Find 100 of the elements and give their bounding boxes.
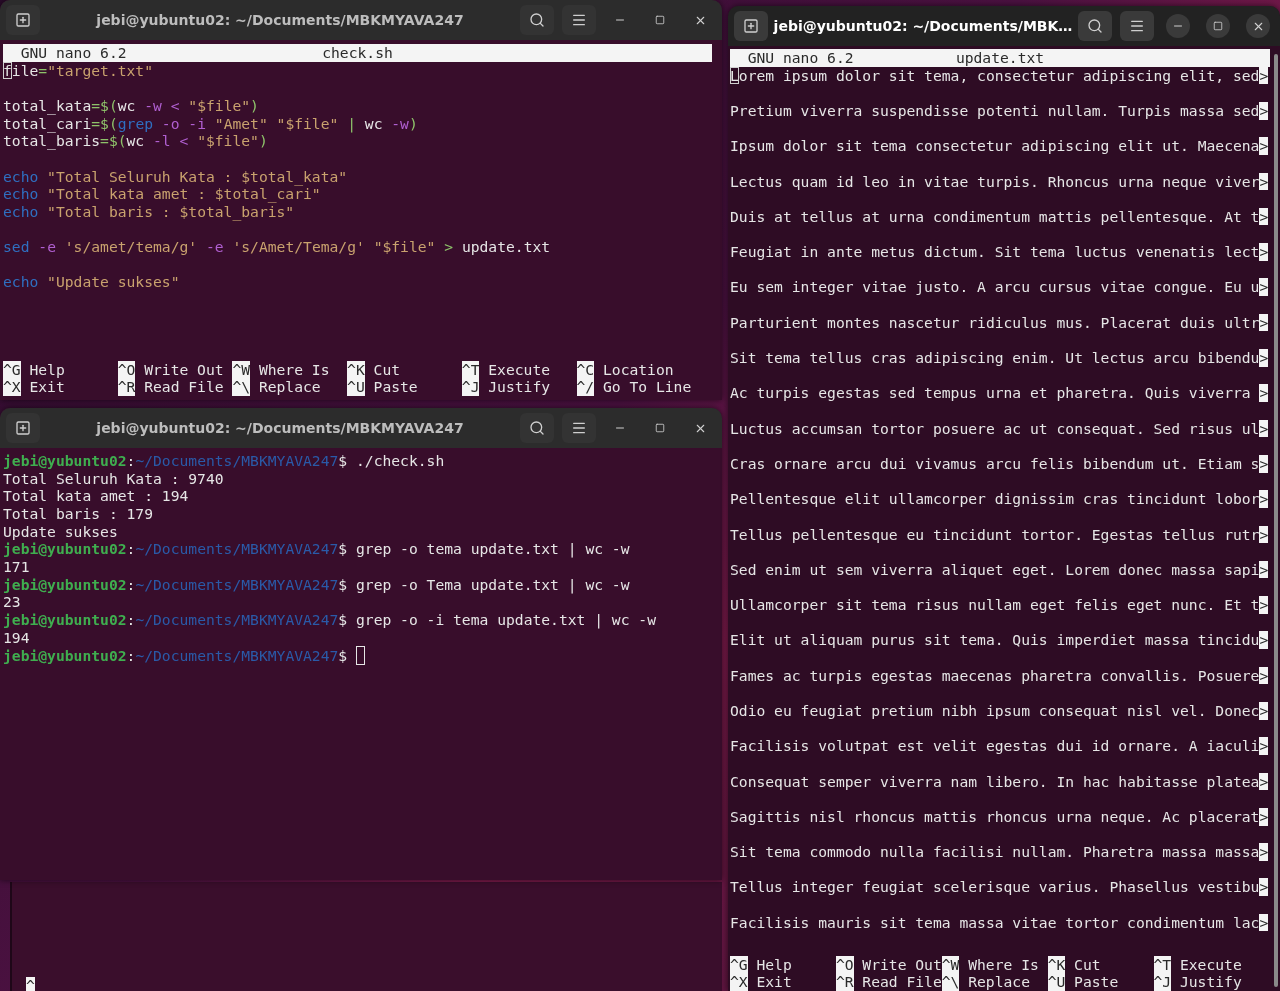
menu-icon bbox=[1129, 18, 1145, 34]
overflow-marker: > bbox=[1259, 278, 1269, 297]
shortcut-label: Read File bbox=[144, 378, 224, 396]
shortcut-key: ^X bbox=[3, 378, 21, 396]
shortcut-label: Cut bbox=[373, 360, 401, 379]
overflow-marker: > bbox=[1259, 913, 1269, 932]
shortcut-label: Execute bbox=[488, 360, 551, 379]
maximize-icon bbox=[655, 15, 665, 25]
overflow-marker: > bbox=[1259, 490, 1269, 508]
text-line: Sit tema tellus cras adipiscing enim. Ut lectus arcu bibendu bbox=[730, 349, 1260, 367]
shortcut-key: ^U bbox=[347, 378, 365, 396]
overflow-marker: > bbox=[1259, 843, 1269, 861]
maximize-icon bbox=[1213, 21, 1223, 31]
shortcut-label: Help bbox=[756, 955, 792, 974]
new-tab-button[interactable] bbox=[734, 11, 768, 41]
overflow-marker: > bbox=[1259, 243, 1269, 261]
code-line: echo "Total baris : $total_baris" bbox=[3, 202, 295, 221]
shortcut-label: Replace bbox=[968, 973, 1030, 991]
new-tab-button[interactable] bbox=[6, 5, 40, 35]
code-line: sed -e 's/amet/tema/g' -e 's/Amet/Tema/g' "$file" > update.txt bbox=[3, 238, 551, 256]
menu-icon bbox=[571, 420, 587, 436]
prompt-line: jebi@yubuntu02:~/Documents/MBKMYAVA247$ ./check.sh bbox=[3, 452, 446, 470]
overflow-marker: > bbox=[1259, 66, 1269, 85]
overflow-marker: > bbox=[1259, 454, 1269, 473]
minimize-button[interactable] bbox=[1166, 14, 1190, 38]
text-line: Consequat semper viverra nam libero. In hac habitasse platea bbox=[730, 772, 1260, 791]
plus-box-icon bbox=[15, 420, 31, 436]
shortcut-key: ^T bbox=[1153, 955, 1172, 974]
text-line: Feugiat in ante metus dictum. Sit tema luctus venenatis lect bbox=[730, 243, 1260, 261]
overflow-marker: > bbox=[1259, 207, 1269, 226]
text-line: Ullamcorper sit tema risus nullam eget felis eget nunc. Et t bbox=[730, 596, 1260, 614]
maximize-icon bbox=[655, 423, 665, 433]
shortcut-label: Go To Line bbox=[603, 378, 692, 396]
shortcut-key: ^G bbox=[3, 360, 21, 379]
overflow-marker: > bbox=[1259, 313, 1269, 332]
prompt-line: jebi@yubuntu02:~/Documents/MBKMYAVA247$ bbox=[3, 646, 719, 666]
text-line: Ac turpis egestas sed tempus urna et pharetra. Quis viverra bbox=[730, 384, 1252, 402]
shortcut-key: ^U bbox=[1047, 973, 1066, 991]
shortcut-label: Read File bbox=[862, 973, 942, 991]
menu-button[interactable] bbox=[562, 5, 596, 35]
output-line: 171 bbox=[3, 557, 30, 576]
shortcut-label: Help bbox=[29, 360, 65, 379]
code-line: total_baris=$(wc -l < "$file") bbox=[3, 132, 268, 150]
menu-icon bbox=[571, 12, 587, 28]
shortcut-key: ^O bbox=[117, 360, 136, 379]
close-button[interactable] bbox=[1246, 14, 1270, 38]
menu-button[interactable] bbox=[1120, 11, 1154, 41]
maximize-button[interactable] bbox=[1206, 14, 1230, 38]
code-line: total_kata=$(wc -w < "$file") bbox=[3, 96, 259, 115]
shortcut-label: Write Out bbox=[144, 360, 224, 379]
text-line: Tellus integer feugiat scelerisque varius. Phasellus vestibu bbox=[730, 878, 1260, 897]
text-line: Eu sem integer vitae justo. A arcu cursus vitae congue. Eu u bbox=[730, 278, 1260, 297]
shortcut-key: ^W bbox=[232, 360, 251, 379]
file-name: update.txt bbox=[955, 49, 1045, 67]
code-line: echo "Total kata amet : $total_cari" bbox=[3, 185, 321, 203]
text-line: Elit ut aliquam purus sit tema. Quis imperdiet massa tincidu bbox=[730, 631, 1260, 650]
shortcut-label: Paste bbox=[373, 378, 418, 396]
shortcut-label: Exit bbox=[29, 378, 65, 396]
search-button[interactable] bbox=[1078, 11, 1112, 41]
text-line: Sagittis nisl rhoncus mattis rhoncus urna neque. Ac placerat bbox=[730, 807, 1260, 826]
output-line: 194 bbox=[3, 628, 30, 647]
shortcut-label: Cut bbox=[1074, 955, 1101, 974]
search-button[interactable] bbox=[520, 413, 554, 443]
new-tab-button[interactable] bbox=[6, 413, 40, 443]
text-line: Fames ac turpis egestas maecenas pharetra convallis. Posuere bbox=[730, 666, 1260, 685]
shortcut-key: ^O bbox=[835, 955, 854, 974]
shortcut-label: Replace bbox=[258, 378, 321, 396]
overflow-marker: > bbox=[1259, 137, 1269, 155]
prompt-line: jebi@yubuntu02:~/Documents/MBKMYAVA247$ grep -o -i tema update.txt | wc -w bbox=[3, 610, 657, 629]
text-line: Ipsum dolor sit tema consectetur adipiscing elit ut. Maecena bbox=[730, 137, 1260, 155]
overflow-marker: > bbox=[1259, 807, 1269, 826]
shortcut-key: ^C bbox=[576, 360, 595, 379]
overflow-marker: > bbox=[1259, 702, 1269, 720]
text-line: Tellus pellentesque eu tincidunt tortor. Egestas tellus rutr bbox=[730, 525, 1260, 544]
search-icon bbox=[1087, 18, 1103, 34]
search-button[interactable] bbox=[520, 5, 554, 35]
overflow-marker: > bbox=[1259, 525, 1269, 544]
plus-box-icon bbox=[15, 12, 31, 28]
plus-box-icon bbox=[743, 18, 759, 34]
shortcut-key: ^ bbox=[26, 977, 35, 991]
overflow-marker: > bbox=[1259, 878, 1269, 897]
app-version: GNU nano 6.2 bbox=[19, 44, 127, 62]
shortcut-key: ^J bbox=[1153, 973, 1172, 991]
scrollbar[interactable] bbox=[1274, 54, 1278, 987]
output-line: Update sukses bbox=[3, 522, 118, 541]
window-title: jebi@yubuntu02: ~/Documents/MBKMYAVA247 bbox=[94, 418, 465, 438]
app-version: GNU nano 6.2 bbox=[746, 49, 854, 67]
shortcut-key: ^K bbox=[347, 360, 365, 379]
overflow-marker: > bbox=[1259, 419, 1269, 438]
code-line: echo "Update sukses" bbox=[3, 273, 180, 292]
text-line: Pellentesque elit ullamcorper dignissim cras tincidunt lobor bbox=[730, 490, 1260, 508]
shortcut-label: Exit bbox=[756, 973, 792, 991]
overflow-marker: > bbox=[1259, 101, 1269, 120]
menu-button[interactable] bbox=[562, 413, 596, 443]
window-title: jebi@yubuntu02: ~/Documents/MBK… bbox=[772, 16, 1074, 36]
shortcut-label: Justify bbox=[1179, 973, 1242, 991]
shortcut-key: ^/ bbox=[576, 378, 595, 396]
text-line: Parturient montes nascetur ridiculus mus. Placerat duis ultr bbox=[730, 313, 1260, 332]
shortcut-label: Paste bbox=[1074, 973, 1119, 991]
shortcut-key: ^G bbox=[730, 955, 748, 974]
